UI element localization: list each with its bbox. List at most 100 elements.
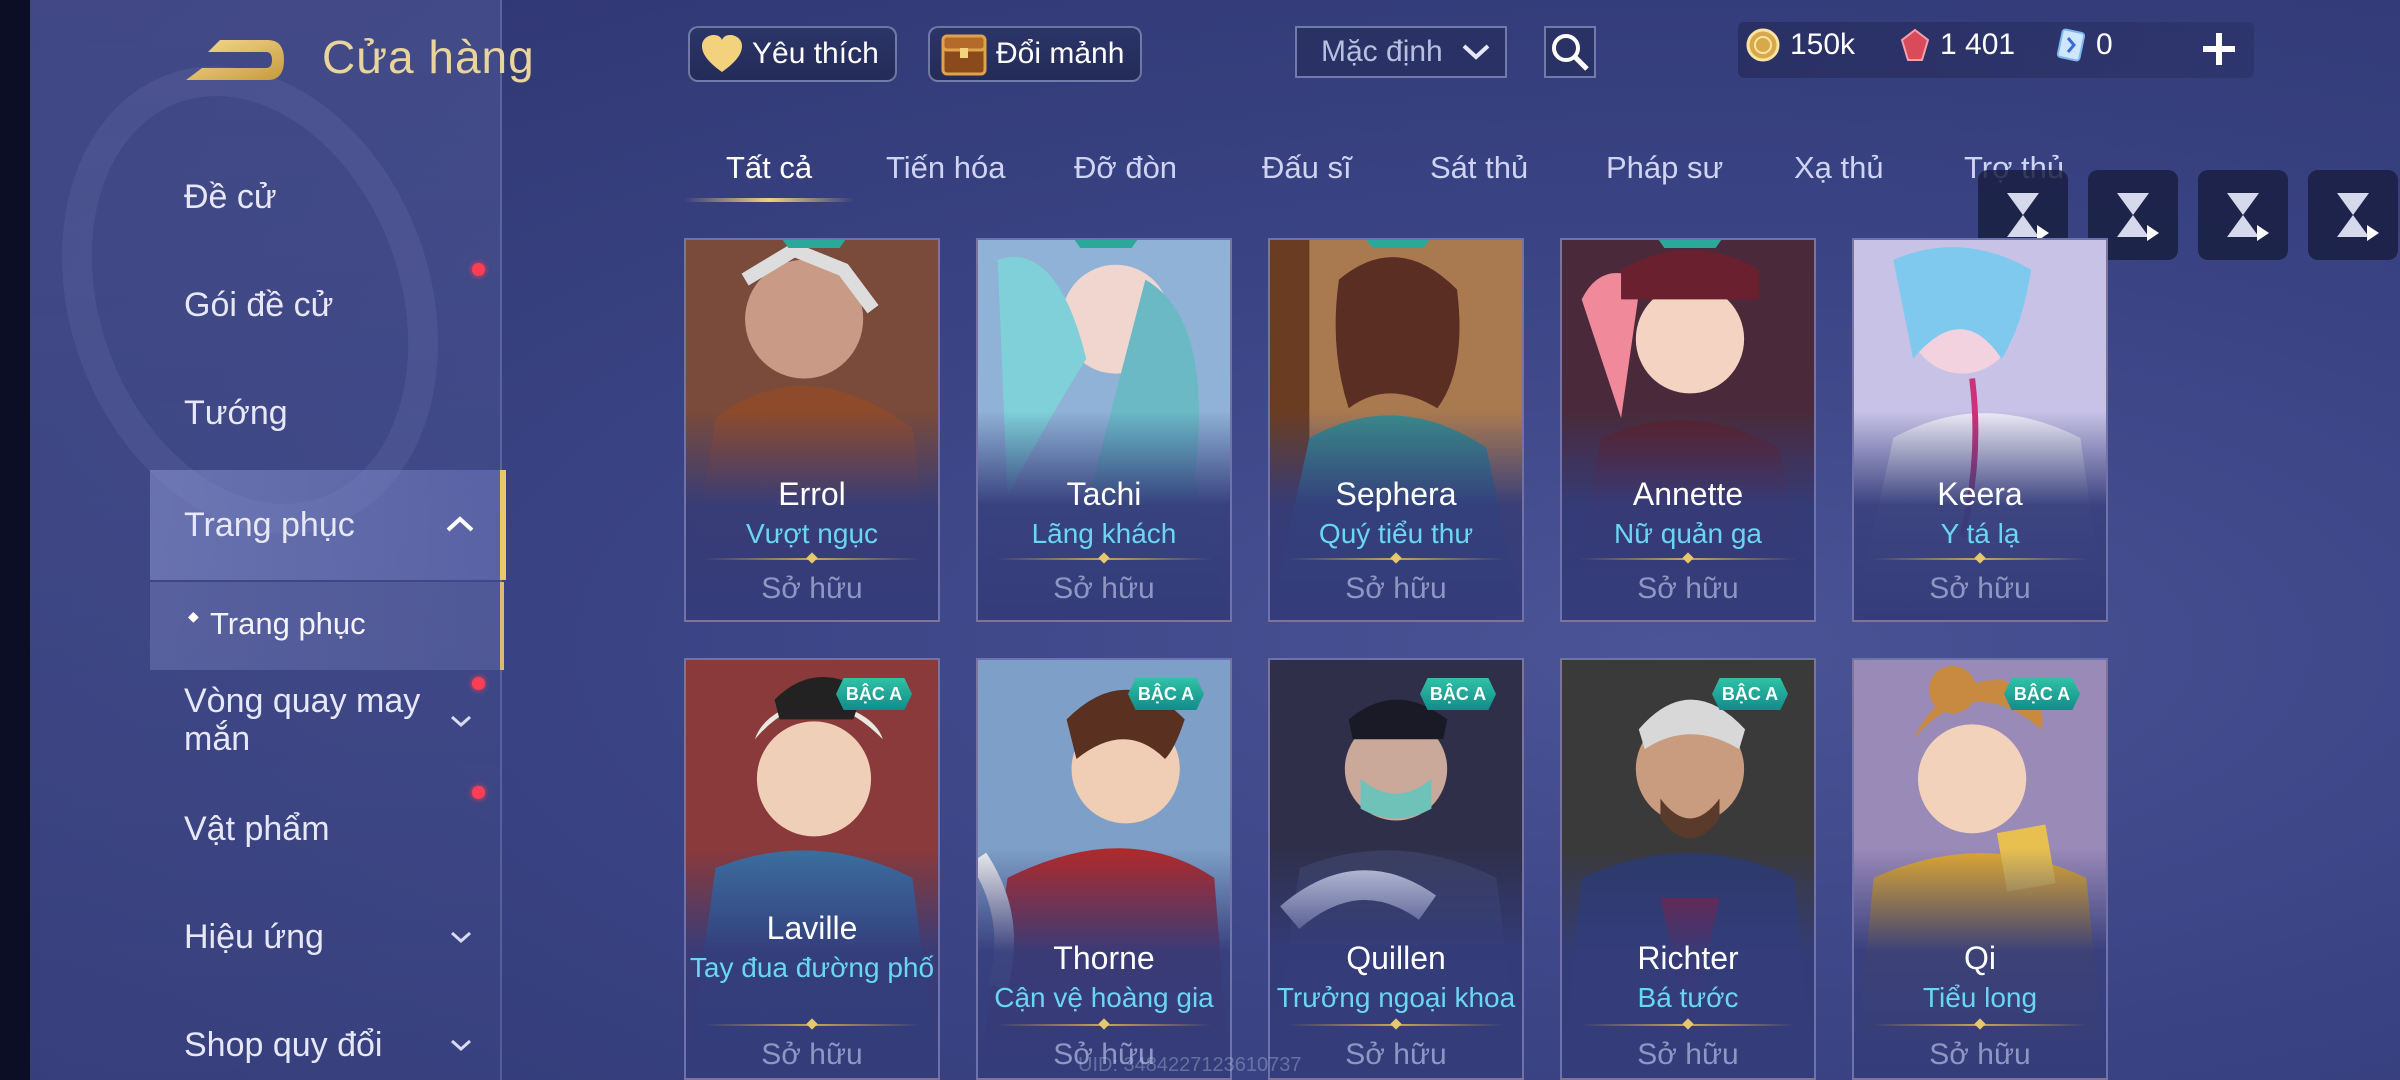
- skin-name: Y tá lạ: [1940, 518, 2020, 549]
- owned-status: Sở hữu: [1637, 572, 1739, 605]
- notification-dot: [472, 677, 485, 690]
- sidebar-item-exchange-shop[interactable]: Shop quy đổi: [184, 1026, 383, 1065]
- hero-name: Thorne: [1053, 940, 1155, 976]
- owned-status: Sở hữu: [1929, 1038, 2031, 1071]
- skin-name: Vượt ngục: [745, 518, 879, 549]
- skin-card[interactable]: BẬC A Richter Bá tước Sở hữu: [1560, 658, 1816, 1080]
- chevron-down-icon: [451, 1039, 471, 1052]
- skin-name: Tiểu long: [1922, 982, 2038, 1013]
- voucher-amount: 1 401: [1940, 28, 2016, 61]
- sidebar-subitem-skins[interactable]: ◆ Trang phục: [150, 582, 504, 670]
- sidebar-item-skins[interactable]: Trang phục: [150, 470, 506, 580]
- skin-name: Nữ quản ga: [1614, 518, 1762, 549]
- sidebar-item-recommended[interactable]: Đề cử: [184, 178, 277, 217]
- hero-name: Laville: [766, 910, 858, 946]
- hero-name: Richter: [1637, 940, 1739, 976]
- page-title: Cửa hàng: [322, 31, 535, 83]
- hourglass-play-icon: [2227, 193, 2269, 241]
- skin-card[interactable]: BẬC A Thorne Cận vệ hoàng gia Sở hữu: [976, 658, 1232, 1080]
- video-button[interactable]: [2308, 170, 2398, 260]
- tab-all[interactable]: Tất cả: [726, 150, 812, 186]
- sidebar-item-recommended-packs[interactable]: Gói đề cử: [184, 286, 333, 325]
- sort-value: Mặc định: [1321, 35, 1443, 68]
- video-button[interactable]: [2198, 170, 2288, 260]
- skin-card[interactable]: Annette Nữ quản ga Sở hữu: [1560, 238, 1816, 622]
- sidebar-item-label: Gói đề cử: [184, 286, 334, 324]
- hourglass-play-icon: [2337, 193, 2379, 241]
- search-button[interactable]: [1544, 26, 1596, 78]
- tier-badge: [1658, 240, 1722, 248]
- hero-name: Keera: [1937, 476, 2023, 512]
- hero-name: Errol: [778, 476, 846, 512]
- sort-dropdown[interactable]: Mặc định: [1295, 26, 1507, 78]
- skin-card[interactable]: BẬC A Quillen Trưởng ngoại khoa Sở hữu: [1268, 658, 1524, 1080]
- sidebar-item-effects[interactable]: Hiệu ứng: [184, 918, 324, 957]
- treasure-chest-icon: [941, 34, 987, 76]
- sidebar-item-items[interactable]: Vật phẩm: [184, 810, 330, 849]
- token-amount: 0: [2096, 28, 2113, 61]
- hero-name: Sephera: [1335, 476, 1457, 512]
- add-currency-icon[interactable]: [2196, 26, 2242, 72]
- hero-name: Quillen: [1346, 940, 1446, 976]
- owned-status: Sở hữu: [761, 1038, 863, 1071]
- skin-card[interactable]: Tachi Lãng khách Sở hữu: [976, 238, 1232, 622]
- sidebar-item-label: Hiệu ứng: [184, 918, 324, 956]
- tab-tank[interactable]: Đỡ đòn: [1074, 150, 1177, 186]
- gold-coin-icon: [1746, 28, 1780, 62]
- tier-badge: [782, 240, 846, 248]
- notification-dot: [472, 263, 485, 276]
- tier-badge: BẬC A: [1420, 678, 1496, 710]
- tab-warrior[interactable]: Đấu sĩ: [1262, 150, 1352, 186]
- sidebar-item-label: Shop quy đổi: [184, 1026, 383, 1064]
- owned-status: Sở hữu: [1929, 572, 2031, 605]
- hourglass-play-icon: [2007, 193, 2049, 241]
- active-tab-underline: [684, 198, 854, 202]
- tab-marksman[interactable]: Xạ thủ: [1794, 150, 1884, 186]
- sidebar-item-heroes[interactable]: Tướng: [184, 394, 288, 433]
- exchange-fragments-button[interactable]: Đổi mảnh: [928, 26, 1143, 82]
- crystal-card-icon: [2056, 28, 2086, 62]
- skin-name: Quý tiểu thư: [1318, 518, 1474, 549]
- chevron-down-icon: [1462, 44, 1490, 60]
- skin-card[interactable]: BẬC A Qi Tiểu long Sở hữu: [1852, 658, 2108, 1080]
- owned-status: Sở hữu: [1637, 1038, 1739, 1071]
- token-currency: 0: [2056, 28, 2113, 62]
- skin-card[interactable]: Errol Vượt ngục Sở hữu: [684, 238, 940, 622]
- tier-badge: BẬC A: [836, 678, 912, 710]
- search-icon: [1552, 34, 1589, 71]
- skin-card[interactable]: Keera Y tá lạ Sở hữu: [1852, 238, 2108, 622]
- skin-name: Bá tước: [1637, 982, 1739, 1013]
- voucher-currency: 1 401: [1900, 28, 2015, 62]
- gold-amount: 150k: [1790, 28, 1856, 61]
- back-arrow-icon[interactable]: [180, 30, 290, 90]
- hourglass-play-icon: [2117, 193, 2159, 241]
- sidebar-subitem-label: Trang phục: [210, 606, 366, 641]
- chevron-up-icon: [446, 516, 474, 532]
- tab-assassin[interactable]: Sát thủ: [1430, 150, 1528, 186]
- skin-card[interactable]: BẬC A Laville Tay đua đường phố Sở hữu: [684, 658, 940, 1080]
- tab-mage[interactable]: Pháp sư: [1606, 150, 1723, 186]
- owned-status: Sở hữu: [1053, 572, 1155, 605]
- sidebar-item-label: Vật phẩm: [184, 810, 330, 848]
- sidebar-item-label: Tướng: [184, 394, 288, 432]
- hero-name: Qi: [1964, 940, 1996, 976]
- owned-status: Sở hữu: [761, 572, 863, 605]
- favorites-button[interactable]: Yêu thích: [688, 26, 897, 82]
- tier-badge: [1074, 240, 1138, 248]
- skin-card[interactable]: Sephera Quý tiểu thư Sở hữu: [1268, 238, 1524, 622]
- skin-name: Tay đua đường phố: [689, 952, 935, 983]
- sidebar-item-label: Đề cử: [184, 178, 277, 216]
- sidebar-item-lucky-spin[interactable]: Vòng quay may mắn: [184, 682, 444, 758]
- owned-status: Sở hữu: [1345, 572, 1447, 605]
- sidebar-item-label: Trang phục: [184, 505, 355, 544]
- skin-name: Cận vệ hoàng gia: [994, 982, 1214, 1013]
- hero-name: Tachi: [1066, 476, 1142, 512]
- screen-edge: [0, 0, 30, 1080]
- exchange-label: Đổi mảnh: [996, 37, 1125, 70]
- gold-currency: 150k: [1746, 28, 1855, 62]
- tab-evolution[interactable]: Tiến hóa: [886, 150, 1006, 186]
- skin-name: Lãng khách: [1031, 518, 1177, 549]
- owned-status: Sở hữu: [1345, 1038, 1447, 1071]
- tier-badge: [1366, 240, 1430, 248]
- tier-badge: BẬC A: [2004, 678, 2080, 710]
